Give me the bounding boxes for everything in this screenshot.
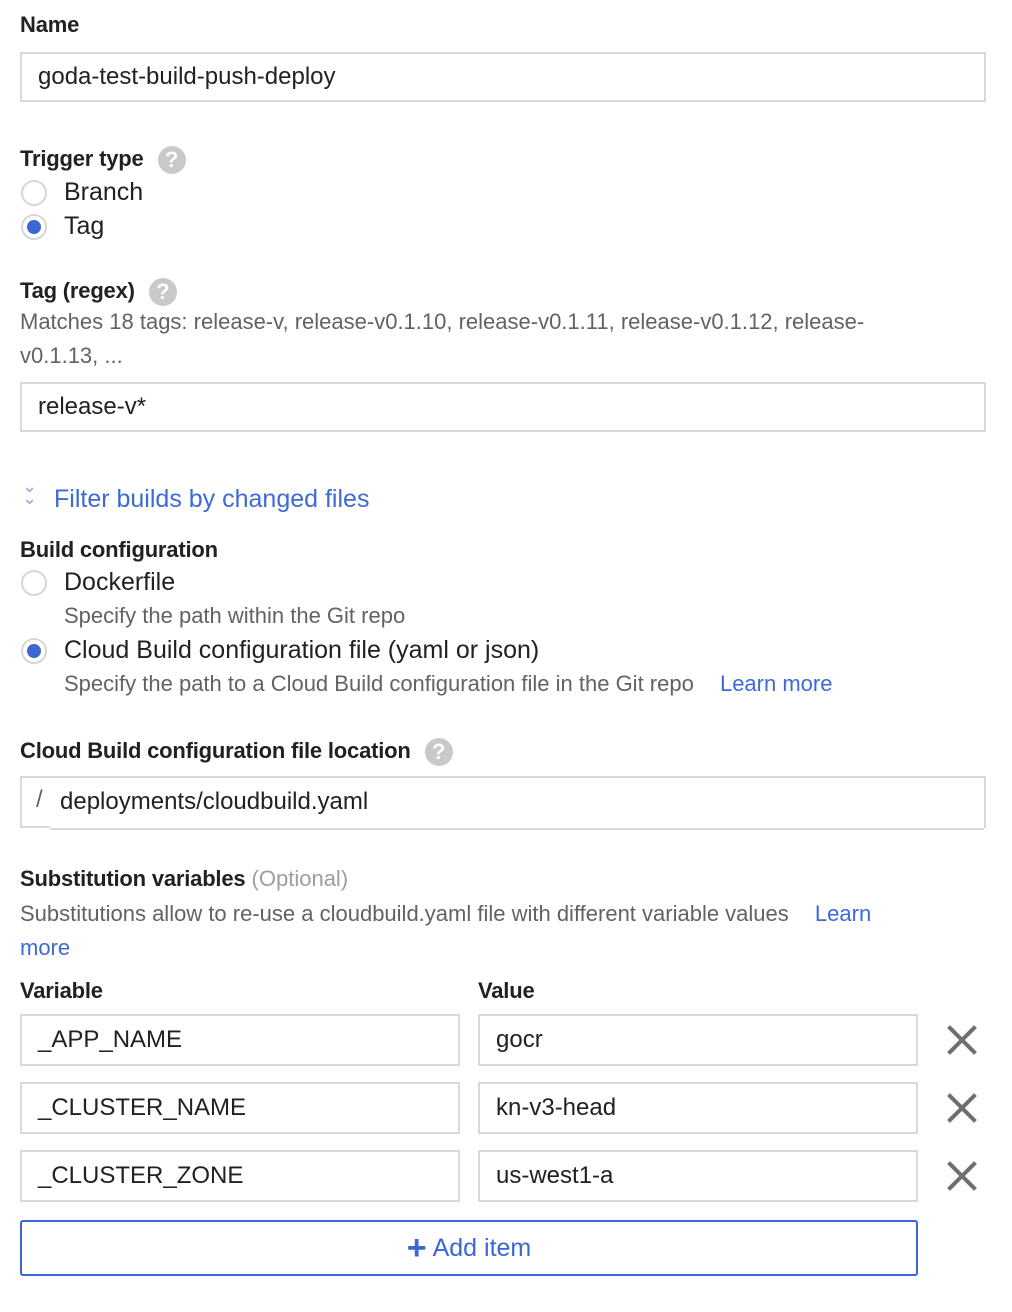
double-chevron-down-icon: ⌄ ⌄ xyxy=(22,476,38,508)
value-input[interactable]: kn-v3-head xyxy=(478,1082,918,1134)
help-icon[interactable]: ? xyxy=(424,738,453,767)
tag-regex-label-text: Tag (regex) xyxy=(20,278,135,303)
name-label: Name xyxy=(20,12,80,37)
cloudbuild-file-description: Specify the path to a Cloud Build config… xyxy=(64,671,832,697)
learn-more-link-2[interactable]: Learn xyxy=(815,901,871,926)
close-icon[interactable] xyxy=(945,1159,979,1193)
substitutions-header: Substitution variables (Optional) xyxy=(20,866,348,892)
plus-icon: + xyxy=(406,1229,427,1267)
config-location-label-text: Cloud Build configuration file location xyxy=(20,738,411,763)
substitutions-description-text: Substitutions allow to re-use a cloudbui… xyxy=(20,901,789,926)
add-item-label: Add item xyxy=(432,1234,532,1262)
dockerfile-description: Specify the path within the Git repo xyxy=(64,603,406,628)
trigger-type-label: Trigger type? xyxy=(20,146,186,175)
tag-matches-line1: Matches 18 tags: release-v, release-v0.1… xyxy=(20,309,865,334)
radio-branch-label[interactable]: Branch xyxy=(64,178,143,207)
tag-regex-input[interactable]: release-v* xyxy=(20,382,986,432)
optional-tag: (Optional) xyxy=(251,866,349,891)
learn-more-link[interactable]: Learn more xyxy=(720,671,833,696)
name-input[interactable]: goda-test-build-push-deploy xyxy=(20,52,986,102)
substitutions-label: Substitution variables xyxy=(20,866,246,891)
help-icon[interactable]: ? xyxy=(157,146,186,175)
variable-input[interactable]: _CLUSTER_NAME xyxy=(20,1082,460,1134)
trigger-type-label-text: Trigger type xyxy=(20,146,144,171)
learn-more-link-2-cont[interactable]: more xyxy=(20,935,70,961)
radio-tag-label[interactable]: Tag xyxy=(64,212,104,241)
filter-builds-label: Filter builds by changed files xyxy=(54,485,370,513)
config-location-label: Cloud Build configuration file location? xyxy=(20,738,453,767)
substitutions-description: Substitutions allow to re-use a cloudbui… xyxy=(20,901,871,927)
variable-input[interactable]: _APP_NAME xyxy=(20,1014,460,1066)
value-input[interactable]: us-west1-a xyxy=(478,1150,918,1202)
radio-dockerfile-label[interactable]: Dockerfile xyxy=(64,568,175,597)
build-config-label: Build configuration xyxy=(20,537,218,562)
help-icon[interactable]: ? xyxy=(148,278,177,307)
filter-builds-link[interactable]: ⌄ ⌄ Filter builds by changed files xyxy=(22,476,370,514)
radio-cloudbuild-file[interactable] xyxy=(21,638,47,664)
path-prefix: / xyxy=(36,786,43,813)
radio-dockerfile[interactable] xyxy=(21,570,47,596)
radio-branch[interactable] xyxy=(21,180,47,206)
close-icon[interactable] xyxy=(945,1091,979,1125)
tag-regex-label: Tag (regex)? xyxy=(20,278,177,307)
column-value: Value xyxy=(478,978,535,1003)
config-location-field: / deployments/cloudbuild.yaml xyxy=(20,776,986,830)
column-variable: Variable xyxy=(20,978,103,1003)
radio-tag[interactable] xyxy=(21,214,47,240)
tag-matches-line2: v0.1.13, ... xyxy=(20,343,123,368)
add-item-button[interactable]: + Add item xyxy=(20,1220,918,1276)
radio-cloudbuild-file-label[interactable]: Cloud Build configuration file (yaml or … xyxy=(64,636,539,665)
cloudbuild-description-text: Specify the path to a Cloud Build config… xyxy=(64,671,694,696)
config-location-input[interactable]: deployments/cloudbuild.yaml xyxy=(50,778,984,830)
value-input[interactable]: gocr xyxy=(478,1014,918,1066)
variable-input[interactable]: _CLUSTER_ZONE xyxy=(20,1150,460,1202)
field-underline xyxy=(20,826,50,828)
close-icon[interactable] xyxy=(945,1023,979,1057)
